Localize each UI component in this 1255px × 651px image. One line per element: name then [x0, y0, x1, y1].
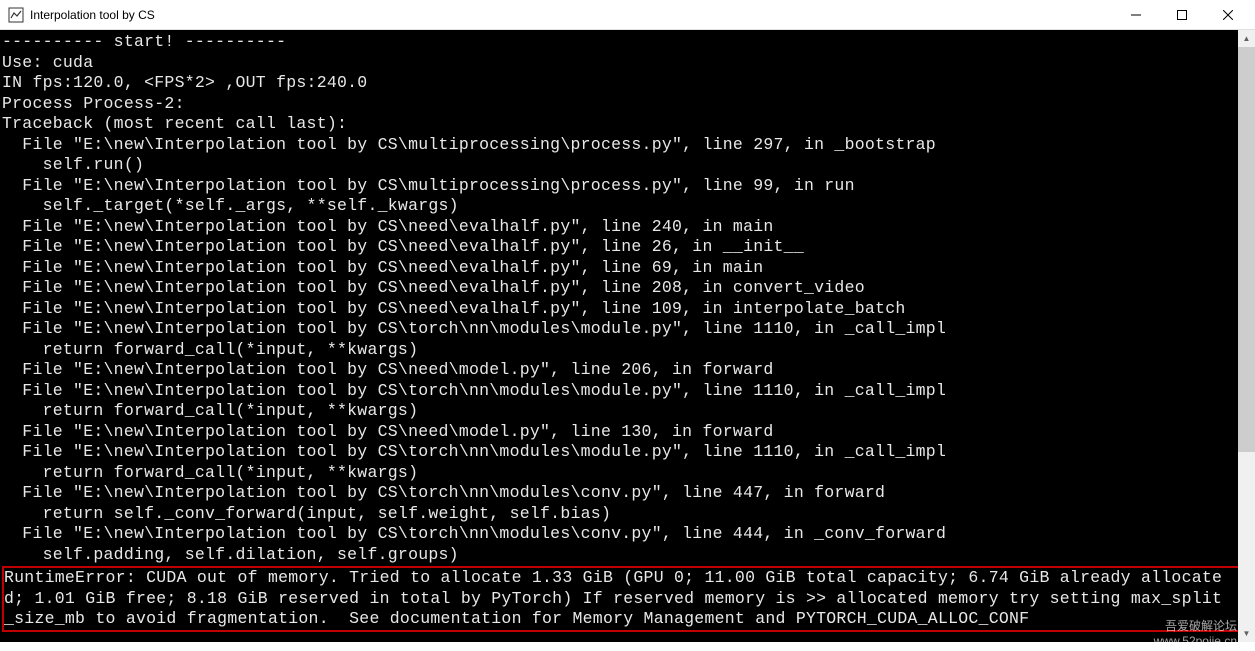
traceback-header: Traceback (most recent call last):	[2, 114, 347, 133]
error-highlight-box: RuntimeError: CUDA out of memory. Tried …	[2, 566, 1255, 632]
process-line: Process Process-2:	[2, 94, 185, 113]
maximize-button[interactable]	[1159, 0, 1205, 30]
runtime-error-message: RuntimeError: CUDA out of memory. Tried …	[4, 568, 1222, 628]
device-line: Use: cuda	[2, 53, 93, 72]
watermark: 吾爱破解论坛 www.52pojie.cn	[1154, 619, 1237, 649]
traceback-frames: File "E:\new\Interpolation tool by CS\mu…	[2, 135, 946, 564]
scroll-track[interactable]	[1238, 47, 1255, 625]
scroll-up-button[interactable]: ▲	[1238, 30, 1255, 47]
window-title: Interpolation tool by CS	[30, 8, 1113, 22]
title-bar: Interpolation tool by CS	[0, 0, 1255, 30]
minimize-button[interactable]	[1113, 0, 1159, 30]
fps-line: IN fps:120.0, <FPS*2> ,OUT fps:240.0	[2, 73, 367, 92]
watermark-line1: 吾爱破解论坛	[1154, 619, 1237, 634]
console-output: ---------- start! ---------- Use: cuda I…	[0, 30, 1255, 642]
scroll-thumb[interactable]	[1238, 47, 1255, 452]
banner-line: ---------- start! ----------	[2, 32, 286, 51]
vertical-scrollbar[interactable]: ▲ ▼	[1238, 30, 1255, 642]
app-icon	[8, 7, 24, 23]
window-controls	[1113, 0, 1251, 30]
scroll-down-button[interactable]: ▼	[1238, 625, 1255, 642]
close-button[interactable]	[1205, 0, 1251, 30]
watermark-line2: www.52pojie.cn	[1154, 634, 1237, 649]
